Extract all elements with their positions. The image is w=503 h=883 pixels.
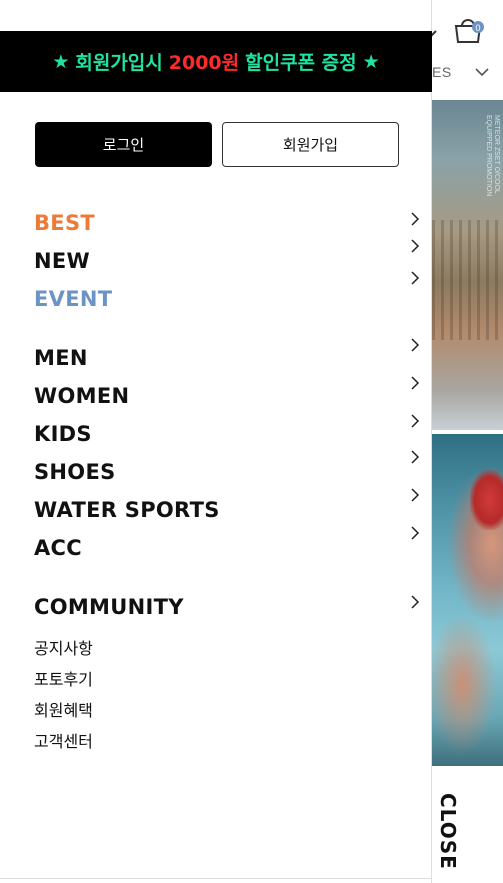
community-sub-list: 공지사항 포토후기 회원혜택 고객센터: [34, 631, 234, 755]
chevron-right-icon: [411, 338, 420, 352]
chevron-right-icon: [411, 526, 420, 540]
chevron-right-icon: [411, 376, 420, 390]
menu-item-label: ACC: [34, 536, 82, 560]
chevron-right-icon: [411, 239, 420, 253]
menu-item-label: KIDS: [34, 422, 92, 446]
promo-text-prefix: 회원가입시: [75, 52, 163, 74]
menu-item-kids[interactable]: KIDS: [34, 414, 420, 453]
menu-item-new[interactable]: NEW: [34, 239, 420, 280]
close-label[interactable]: CLOSE: [436, 793, 460, 870]
chevron-right-icon: [411, 271, 420, 285]
sub-item-member-benefits[interactable]: 회원혜택: [34, 693, 234, 724]
menu-item-label: WOMEN: [34, 384, 130, 408]
background-photo-caption: METEOR ZSET O/COOL EQUIPPED PROMOTION: [485, 115, 500, 197]
menu-item-acc[interactable]: ACC: [34, 526, 420, 567]
chevron-right-icon: [411, 595, 420, 609]
sub-item-notice[interactable]: 공지사항: [34, 631, 234, 662]
promo-star-right: ★: [362, 50, 380, 73]
menu-item-community[interactable]: COMMUNITY: [34, 588, 420, 626]
background-photo-2-detail: [470, 470, 503, 530]
shopping-bag-icon[interactable]: 0: [452, 15, 486, 45]
background-menu-text[interactable]: ES: [432, 64, 452, 80]
promo-banner[interactable]: ★ 회원가입시 2000원 할인쿠폰 증정 ★: [0, 31, 432, 92]
chevron-right-icon: [411, 212, 420, 226]
promo-star-left: ★: [52, 50, 70, 73]
menu-item-label: EVENT: [34, 287, 113, 311]
menu-item-men[interactable]: MEN: [34, 338, 420, 377]
side-menu-drawer: ★ 회원가입시 2000원 할인쿠폰 증정 ★ 로그인 회원가입 BEST NE…: [0, 0, 432, 883]
sub-item-photo-review[interactable]: 포토후기: [34, 662, 234, 693]
menu-item-label: WATER SPORTS: [34, 498, 220, 522]
chevron-right-icon: [411, 450, 420, 464]
menu-item-event[interactable]: EVENT: [34, 271, 420, 318]
chevron-down-icon[interactable]: [474, 66, 490, 78]
menu-item-best[interactable]: BEST: [34, 204, 420, 242]
menu-item-label: COMMUNITY: [34, 595, 184, 619]
menu-item-women[interactable]: WOMEN: [34, 376, 420, 415]
menu-item-label: NEW: [34, 249, 90, 273]
menu-item-water-sports[interactable]: WATER SPORTS: [34, 488, 420, 529]
primary-menu: BEST NEW EVENT: [34, 204, 420, 318]
chevron-right-icon: [411, 488, 420, 502]
promo-text-suffix: 할인쿠폰 증정: [245, 52, 357, 74]
background-photo-1-texture: [432, 220, 503, 340]
drawer-divider: [0, 878, 432, 879]
menu-item-shoes[interactable]: SHOES: [34, 450, 420, 491]
cart-count: 0: [475, 23, 480, 33]
signup-button[interactable]: 회원가입: [222, 122, 399, 167]
chevron-right-icon: [411, 414, 420, 428]
menu-item-label: MEN: [34, 346, 88, 370]
community-menu: COMMUNITY: [34, 588, 420, 626]
category-menu: MEN WOMEN KIDS SHOES WATER SPORTS ACC: [34, 338, 420, 567]
menu-item-label: BEST: [34, 211, 96, 235]
menu-item-label: SHOES: [34, 460, 116, 484]
login-button[interactable]: 로그인: [35, 122, 212, 167]
sub-item-customer-center[interactable]: 고객센터: [34, 724, 234, 755]
promo-amount: 2000원: [168, 52, 240, 74]
auth-buttons: 로그인 회원가입: [35, 122, 399, 167]
